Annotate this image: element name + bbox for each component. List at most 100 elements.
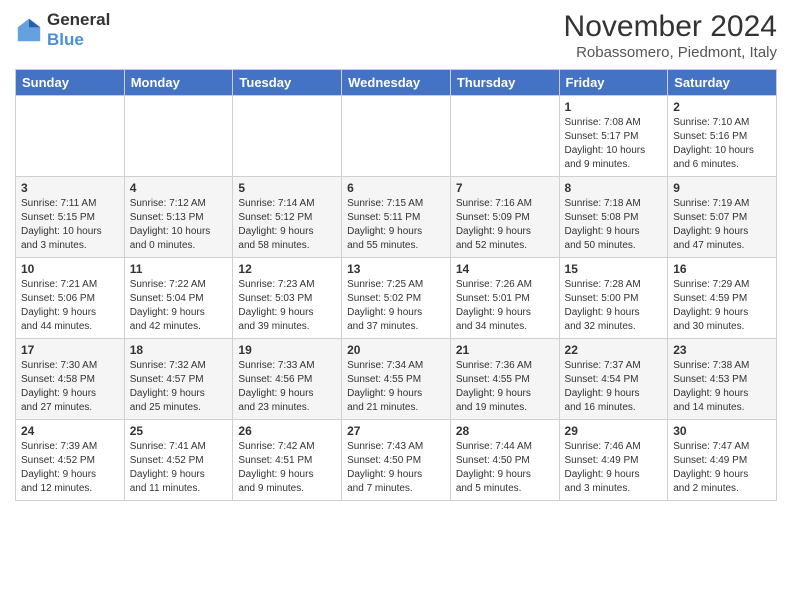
day-number: 14 xyxy=(456,262,554,276)
column-header-saturday: Saturday xyxy=(668,70,777,96)
calendar-table: SundayMondayTuesdayWednesdayThursdayFrid… xyxy=(15,69,777,501)
day-info: Sunrise: 7:12 AM Sunset: 5:13 PM Dayligh… xyxy=(130,197,228,253)
calendar-cell: 26 Sunrise: 7:42 AM Sunset: 4:51 PM Dayli… xyxy=(233,420,342,501)
day-info: Sunrise: 7:11 AM Sunset: 5:15 PM Dayligh… xyxy=(21,197,119,253)
logo-text: General Blue xyxy=(47,10,110,51)
day-info: Sunrise: 7:32 AM Sunset: 4:57 PM Dayligh… xyxy=(130,359,228,415)
calendar-cell xyxy=(16,96,125,177)
calendar-cell xyxy=(233,96,342,177)
logo-blue: Blue xyxy=(47,30,110,50)
day-info: Sunrise: 7:30 AM Sunset: 4:58 PM Dayligh… xyxy=(21,359,119,415)
day-info: Sunrise: 7:34 AM Sunset: 4:55 PM Dayligh… xyxy=(347,359,445,415)
column-header-tuesday: Tuesday xyxy=(233,70,342,96)
day-number: 3 xyxy=(21,181,119,195)
day-number: 27 xyxy=(347,424,445,438)
week-row-0: 1 Sunrise: 7:08 AM Sunset: 5:17 PM Daylig… xyxy=(16,96,777,177)
calendar-cell: 12Sunrise: 7:23 AM Sunset: 5:03 PM Dayli… xyxy=(233,258,342,339)
day-info: Sunrise: 7:10 AM Sunset: 5:16 PM Dayligh… xyxy=(673,116,771,172)
calendar-cell: 13 Sunrise: 7:25 AM Sunset: 5:02 PM Dayli… xyxy=(342,258,451,339)
day-number: 2 xyxy=(673,100,771,114)
day-info: Sunrise: 7:29 AM Sunset: 4:59 PM Dayligh… xyxy=(673,278,771,334)
logo-general: General xyxy=(47,10,110,30)
day-info: Sunrise: 7:14 AM Sunset: 5:12 PM Dayligh… xyxy=(238,197,336,253)
day-info: Sunrise: 7:08 AM Sunset: 5:17 PM Dayligh… xyxy=(565,116,663,172)
day-number: 30 xyxy=(673,424,771,438)
day-info: Sunrise: 7:33 AM Sunset: 4:56 PM Dayligh… xyxy=(238,359,336,415)
calendar-cell: 21 Sunrise: 7:36 AM Sunset: 4:55 PM Dayli… xyxy=(450,339,559,420)
day-info: Sunrise: 7:41 AM Sunset: 4:52 PM Dayligh… xyxy=(130,440,228,496)
calendar-cell: 22 Sunrise: 7:37 AM Sunset: 4:54 PM Dayli… xyxy=(559,339,668,420)
calendar-cell xyxy=(342,96,451,177)
calendar-cell: 18 Sunrise: 7:32 AM Sunset: 4:57 PM Dayli… xyxy=(124,339,233,420)
calendar-cell xyxy=(124,96,233,177)
day-info: Sunrise: 7:23 AM Sunset: 5:03 PM Dayligh… xyxy=(238,278,336,334)
day-info: Sunrise: 7:42 AM Sunset: 4:51 PM Dayligh… xyxy=(238,440,336,496)
calendar-cell: 8 Sunrise: 7:18 AM Sunset: 5:08 PM Daylig… xyxy=(559,177,668,258)
page: General Blue November 2024 Robassomero, … xyxy=(0,0,792,612)
calendar-cell: 7 Sunrise: 7:16 AM Sunset: 5:09 PM Daylig… xyxy=(450,177,559,258)
day-info: Sunrise: 7:38 AM Sunset: 4:53 PM Dayligh… xyxy=(673,359,771,415)
day-number: 29 xyxy=(565,424,663,438)
calendar-cell: 6Sunrise: 7:15 AM Sunset: 5:11 PM Daylig… xyxy=(342,177,451,258)
day-number: 1 xyxy=(565,100,663,114)
calendar-cell: 4 Sunrise: 7:12 AM Sunset: 5:13 PM Daylig… xyxy=(124,177,233,258)
day-number: 28 xyxy=(456,424,554,438)
day-number: 21 xyxy=(456,343,554,357)
week-row-2: 10 Sunrise: 7:21 AM Sunset: 5:06 PM Dayli… xyxy=(16,258,777,339)
calendar-cell: 24Sunrise: 7:39 AM Sunset: 4:52 PM Dayli… xyxy=(16,420,125,501)
day-number: 8 xyxy=(565,181,663,195)
calendar-cell: 30 Sunrise: 7:47 AM Sunset: 4:49 PM Dayli… xyxy=(668,420,777,501)
calendar-cell: 5Sunrise: 7:14 AM Sunset: 5:12 PM Daylig… xyxy=(233,177,342,258)
day-number: 17 xyxy=(21,343,119,357)
header-row: SundayMondayTuesdayWednesdayThursdayFrid… xyxy=(16,70,777,96)
day-info: Sunrise: 7:16 AM Sunset: 5:09 PM Dayligh… xyxy=(456,197,554,253)
column-header-monday: Monday xyxy=(124,70,233,96)
day-info: Sunrise: 7:46 AM Sunset: 4:49 PM Dayligh… xyxy=(565,440,663,496)
calendar-cell: 27 Sunrise: 7:43 AM Sunset: 4:50 PM Dayli… xyxy=(342,420,451,501)
calendar-cell: 9Sunrise: 7:19 AM Sunset: 5:07 PM Daylig… xyxy=(668,177,777,258)
day-number: 10 xyxy=(21,262,119,276)
day-info: Sunrise: 7:47 AM Sunset: 4:49 PM Dayligh… xyxy=(673,440,771,496)
calendar-cell: 19 Sunrise: 7:33 AM Sunset: 4:56 PM Dayli… xyxy=(233,339,342,420)
day-info: Sunrise: 7:28 AM Sunset: 5:00 PM Dayligh… xyxy=(565,278,663,334)
day-number: 19 xyxy=(238,343,336,357)
day-number: 25 xyxy=(130,424,228,438)
calendar-cell: 20 Sunrise: 7:34 AM Sunset: 4:55 PM Dayli… xyxy=(342,339,451,420)
column-header-thursday: Thursday xyxy=(450,70,559,96)
day-number: 23 xyxy=(673,343,771,357)
day-number: 4 xyxy=(130,181,228,195)
day-info: Sunrise: 7:36 AM Sunset: 4:55 PM Dayligh… xyxy=(456,359,554,415)
day-number: 26 xyxy=(238,424,336,438)
day-info: Sunrise: 7:37 AM Sunset: 4:54 PM Dayligh… xyxy=(565,359,663,415)
month-title: November 2024 xyxy=(564,10,777,44)
logo-icon xyxy=(15,16,43,44)
logo: General Blue xyxy=(15,10,110,51)
header: General Blue November 2024 Robassomero, … xyxy=(15,10,777,61)
day-number: 22 xyxy=(565,343,663,357)
column-header-wednesday: Wednesday xyxy=(342,70,451,96)
day-number: 18 xyxy=(130,343,228,357)
day-info: Sunrise: 7:19 AM Sunset: 5:07 PM Dayligh… xyxy=(673,197,771,253)
calendar-cell: 10 Sunrise: 7:21 AM Sunset: 5:06 PM Dayli… xyxy=(16,258,125,339)
week-row-1: 3 Sunrise: 7:11 AM Sunset: 5:15 PM Daylig… xyxy=(16,177,777,258)
calendar-cell: 3 Sunrise: 7:11 AM Sunset: 5:15 PM Daylig… xyxy=(16,177,125,258)
week-row-3: 17 Sunrise: 7:30 AM Sunset: 4:58 PM Dayli… xyxy=(16,339,777,420)
day-info: Sunrise: 7:18 AM Sunset: 5:08 PM Dayligh… xyxy=(565,197,663,253)
day-info: Sunrise: 7:26 AM Sunset: 5:01 PM Dayligh… xyxy=(456,278,554,334)
day-info: Sunrise: 7:44 AM Sunset: 4:50 PM Dayligh… xyxy=(456,440,554,496)
day-info: Sunrise: 7:21 AM Sunset: 5:06 PM Dayligh… xyxy=(21,278,119,334)
calendar-cell: 25 Sunrise: 7:41 AM Sunset: 4:52 PM Dayli… xyxy=(124,420,233,501)
calendar-cell: 23 Sunrise: 7:38 AM Sunset: 4:53 PM Dayli… xyxy=(668,339,777,420)
day-info: Sunrise: 7:22 AM Sunset: 5:04 PM Dayligh… xyxy=(130,278,228,334)
calendar-cell: 11 Sunrise: 7:22 AM Sunset: 5:04 PM Dayli… xyxy=(124,258,233,339)
day-number: 20 xyxy=(347,343,445,357)
location: Robassomero, Piedmont, Italy xyxy=(564,44,777,61)
day-info: Sunrise: 7:15 AM Sunset: 5:11 PM Dayligh… xyxy=(347,197,445,253)
day-number: 7 xyxy=(456,181,554,195)
day-number: 13 xyxy=(347,262,445,276)
day-info: Sunrise: 7:43 AM Sunset: 4:50 PM Dayligh… xyxy=(347,440,445,496)
day-number: 24 xyxy=(21,424,119,438)
day-number: 11 xyxy=(130,262,228,276)
day-number: 16 xyxy=(673,262,771,276)
day-info: Sunrise: 7:25 AM Sunset: 5:02 PM Dayligh… xyxy=(347,278,445,334)
